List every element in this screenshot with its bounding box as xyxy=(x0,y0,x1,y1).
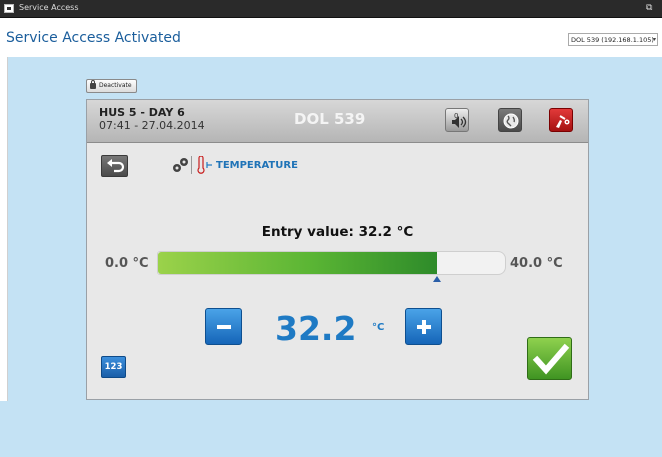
window-icon xyxy=(4,4,14,13)
sound-button[interactable]: 0 xyxy=(445,108,469,132)
window-titlebar: Service Access ⧉ xyxy=(0,0,662,18)
numpad-button[interactable]: 123 xyxy=(101,356,126,378)
slider-min-label: 0.0 °C xyxy=(105,256,149,271)
window-title: Service Access xyxy=(19,3,79,12)
slider-fill xyxy=(158,252,437,274)
plus-icon-vertical xyxy=(422,320,426,334)
device-panel: HUS 5 - DAY 6 07:41 - 27.04.2014 DOL 539… xyxy=(86,99,589,400)
footer-area xyxy=(0,401,662,457)
increase-button[interactable] xyxy=(405,308,442,345)
temperature-value: 32.2 xyxy=(275,309,357,348)
device-title: DOL 539 xyxy=(294,110,366,128)
deactivate-button[interactable]: Deactivate xyxy=(86,79,137,93)
page-title: Service Access Activated xyxy=(6,30,181,46)
datetime-label: 07:41 - 27.04.2014 xyxy=(99,119,205,132)
entry-value-label: Entry value: 32.2 °C xyxy=(261,224,414,240)
app-header: Service Access Activated DOL 539 (192.16… xyxy=(0,18,662,57)
deactivate-label: Deactivate xyxy=(99,82,132,89)
alarm-button[interactable] xyxy=(549,108,573,132)
slider-marker[interactable] xyxy=(433,276,441,282)
back-arrow-icon xyxy=(107,159,125,173)
speaker-icon: 0 xyxy=(452,112,467,128)
temperature-unit: °C xyxy=(372,322,385,333)
device-select[interactable]: DOL 539 (192.168.1.105) ▾ xyxy=(568,33,658,46)
confirm-button[interactable] xyxy=(527,337,572,380)
slider-max-label: 40.0 °C xyxy=(510,256,563,271)
minus-icon xyxy=(217,325,231,329)
breadcrumb-label: TEMPERATURE xyxy=(216,160,298,171)
breadcrumb-separator xyxy=(191,156,192,174)
device-select-value: DOL 539 (192.168.1.105) xyxy=(571,36,654,44)
alarm-icon xyxy=(556,115,570,128)
lock-icon xyxy=(90,80,96,89)
chevron-down-icon: ▾ xyxy=(652,36,656,43)
back-button[interactable] xyxy=(101,155,128,177)
panel-header: HUS 5 - DAY 6 07:41 - 27.04.2014 DOL 539… xyxy=(87,100,588,143)
popout-icon[interactable]: ⧉ xyxy=(646,3,656,13)
checkmark-icon xyxy=(532,343,570,375)
thermometer-icon xyxy=(197,156,212,174)
left-edge xyxy=(0,57,8,401)
temperature-slider[interactable] xyxy=(157,251,506,275)
globe-button[interactable] xyxy=(498,108,522,132)
gears-icon xyxy=(173,158,188,172)
globe-icon xyxy=(503,113,519,129)
house-label: HUS 5 - DAY 6 xyxy=(99,106,185,119)
decrease-button[interactable] xyxy=(205,308,242,345)
